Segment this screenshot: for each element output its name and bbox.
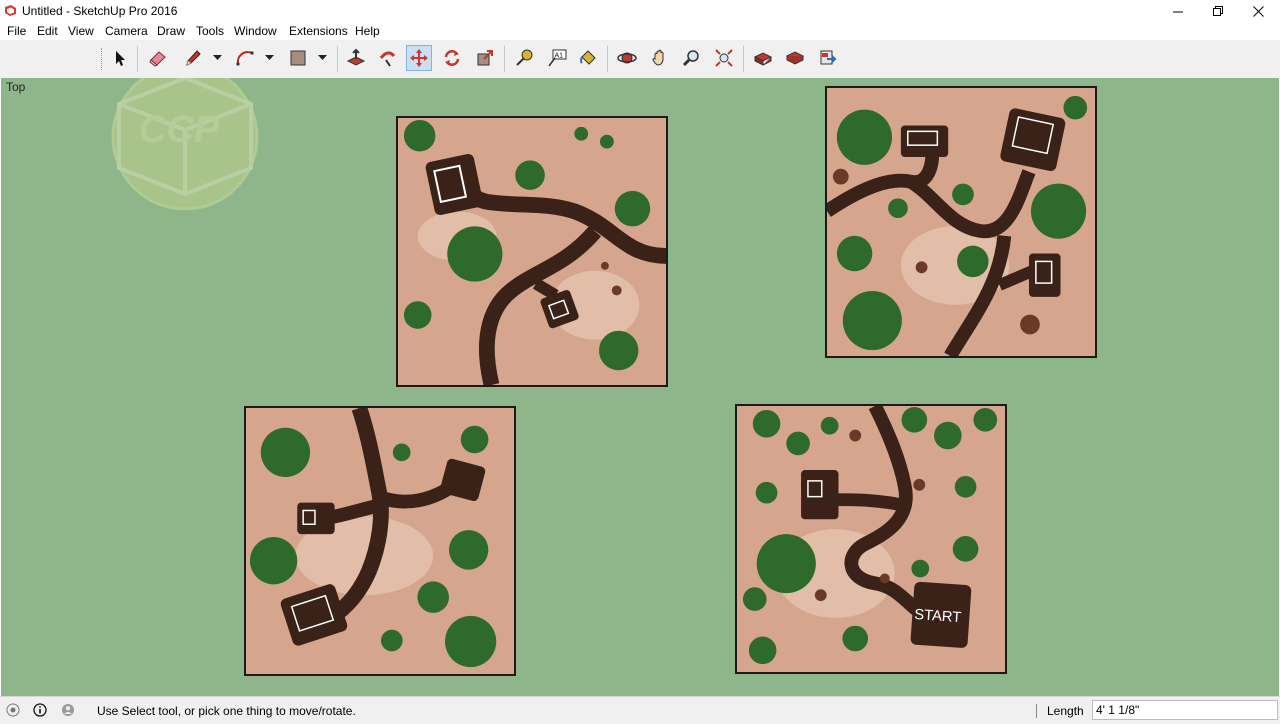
select-tool-button[interactable] (107, 45, 133, 71)
follow-me-icon (379, 51, 396, 67)
map-tile-art (827, 88, 1095, 356)
close-button[interactable] (1240, 0, 1276, 22)
tile-top-right[interactable] (825, 86, 1097, 358)
send-to-layout-button[interactable] (815, 45, 841, 71)
orbit-tool-button[interactable] (614, 45, 640, 71)
tile-bottom-right[interactable]: START (735, 404, 1007, 674)
move-arrows-icon (410, 49, 428, 67)
eraser-tool-button[interactable] (145, 45, 171, 71)
menu-help[interactable]: Help (355, 24, 380, 38)
hand-icon (652, 49, 664, 66)
rotate-icon (444, 50, 460, 66)
scale-tool-button[interactable] (472, 45, 498, 71)
view-name-label: Top (6, 80, 26, 94)
status-message: Use Select tool, or pick one thing to mo… (97, 704, 356, 718)
map-tile-art (246, 408, 514, 674)
menu-view[interactable]: View (68, 24, 94, 38)
toolbar-separator (607, 46, 608, 72)
menu-window[interactable]: Window (234, 24, 277, 38)
title-bar: Untitled - SketchUp Pro 2016 (0, 0, 1280, 22)
arc-tool-button[interactable] (232, 45, 258, 71)
drawing-viewport[interactable]: Top CCP START (1, 78, 1279, 696)
toolbar-separator (337, 46, 338, 72)
zoom-tool-button[interactable] (679, 45, 705, 71)
line-tool-button[interactable] (180, 45, 206, 71)
menu-file[interactable]: File (7, 24, 26, 38)
orbit-icon (617, 52, 637, 64)
pencil-icon (186, 50, 201, 66)
sketchup-app-icon (5, 5, 16, 16)
menu-extensions[interactable]: Extensions (289, 24, 348, 38)
measurement-label: Length (1047, 704, 1084, 718)
rectangle-icon (290, 50, 306, 66)
toolbar-separator (137, 46, 138, 72)
rotate-tool-button[interactable] (439, 45, 465, 71)
layout-icon (820, 50, 837, 65)
arc-tool-dropdown[interactable] (264, 50, 274, 66)
svg-text:A1: A1 (555, 53, 564, 60)
start-label: START (914, 607, 962, 626)
scale-icon (477, 50, 493, 66)
close-icon (1252, 5, 1264, 17)
push-pull-tool-button[interactable] (343, 45, 369, 71)
rectangle-tool-button[interactable] (285, 45, 311, 71)
arc-icon (236, 51, 254, 66)
follow-me-tool-button[interactable] (375, 45, 401, 71)
minimize-icon (1172, 11, 1183, 12)
map-tile-art (398, 118, 666, 385)
toolbar-separator (504, 46, 505, 72)
magnifier-icon (682, 50, 699, 67)
restore-button[interactable] (1200, 0, 1236, 22)
extension-warehouse-icon (785, 51, 805, 65)
status-divider (1036, 704, 1037, 718)
instructor-info-icon[interactable] (33, 703, 47, 717)
3d-warehouse-button[interactable] (750, 45, 776, 71)
arrow-cursor-icon (116, 51, 125, 66)
paint-bucket-icon (580, 50, 596, 65)
tile-top-left[interactable] (396, 116, 668, 387)
restore-icon (1212, 5, 1223, 16)
ccp-watermark-logo: CCP (111, 78, 259, 210)
chevron-down-icon (264, 55, 274, 60)
menu-draw[interactable]: Draw (157, 24, 185, 38)
move-tool-button[interactable] (406, 45, 432, 71)
paint-bucket-tool-button[interactable] (575, 45, 601, 71)
menu-camera[interactable]: Camera (105, 24, 148, 38)
rectangle-tool-dropdown[interactable] (317, 50, 327, 66)
text-tool-button[interactable]: A1 (544, 45, 570, 71)
extension-warehouse-button[interactable] (782, 45, 808, 71)
tape-measure-tool-button[interactable] (511, 45, 537, 71)
user-account-icon[interactable] (61, 703, 75, 717)
chevron-down-icon (212, 55, 222, 60)
eraser-icon (149, 51, 166, 67)
toolbar-separator (743, 46, 744, 72)
menu-edit[interactable]: Edit (37, 24, 58, 38)
text-a1-icon: A1 (548, 49, 567, 67)
push-pull-icon (346, 48, 366, 66)
tile-bottom-left[interactable] (244, 406, 516, 676)
zoom-extents-icon (715, 49, 733, 67)
measurements-input[interactable]: 4' 1 1/8" (1092, 700, 1278, 720)
geolocation-icon[interactable] (6, 703, 20, 717)
minimize-button[interactable] (1160, 0, 1196, 22)
svg-text:CCP: CCP (139, 109, 220, 151)
map-tile-art: START (737, 406, 1005, 672)
menu-tools[interactable]: Tools (196, 24, 224, 38)
status-bar: Use Select tool, or pick one thing to mo… (0, 696, 1280, 724)
chevron-down-icon (317, 55, 327, 60)
menu-bar: File Edit View Camera Draw Tools Window … (0, 22, 1280, 40)
toolbar-grip[interactable] (101, 48, 104, 70)
zoom-extents-tool-button[interactable] (711, 45, 737, 71)
large-tool-set-toolbar: A1 (0, 40, 1280, 79)
warehouse-icon (753, 52, 773, 66)
tape-measure-icon (516, 49, 533, 66)
window-title: Untitled - SketchUp Pro 2016 (22, 4, 178, 18)
pan-tool-button[interactable] (647, 45, 673, 71)
line-tool-dropdown[interactable] (212, 50, 222, 66)
